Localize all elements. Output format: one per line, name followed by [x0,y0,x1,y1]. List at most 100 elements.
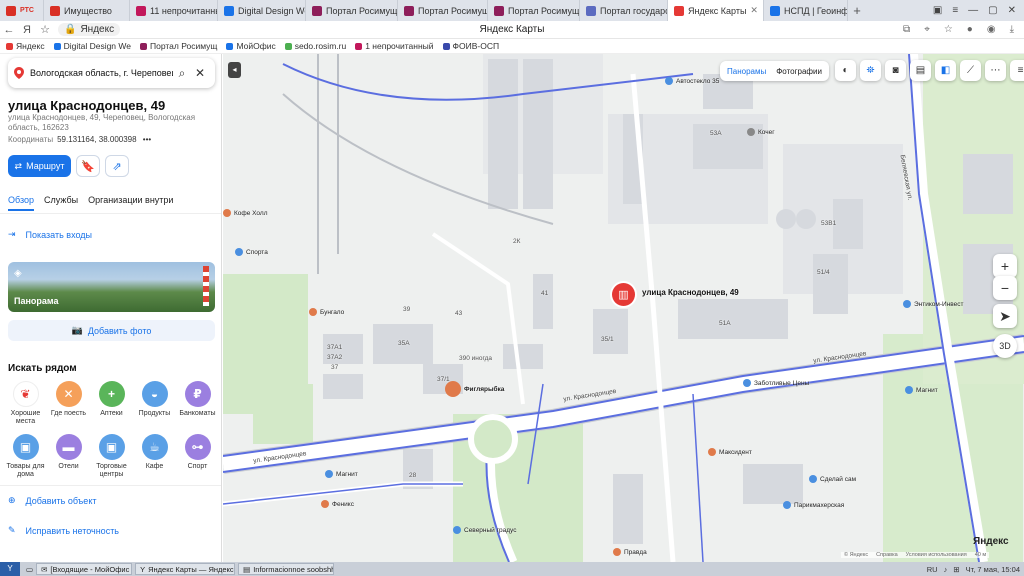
search-input[interactable]: Вологодская область, г. Череповец, [30,68,173,78]
poi-marker[interactable]: Спорта [235,248,268,256]
add-photo-button[interactable]: 📷 Добавить фото [8,320,215,341]
poi-marker[interactable]: Кочег [747,128,775,136]
search-box[interactable]: Вологодская область, г. Череповец, ⌕ ✕ [8,58,215,88]
bookmark-button[interactable]: 🔖 [76,155,100,177]
tab-item-active[interactable]: Яндекс Карты ✕ [668,0,764,21]
clear-search-icon[interactable]: ✕ [191,66,209,80]
category-pharmacy[interactable]: + Аптеки [90,381,133,426]
close-window-icon[interactable]: ✕ [1008,5,1016,16]
more-icon[interactable]: ••• [143,135,151,144]
bookmark-item[interactable]: Digital Design We [53,41,131,51]
category-groceries[interactable]: ◒ Продукты [133,381,176,426]
poi-marker[interactable]: Северный градус [453,526,516,534]
panoramas-toggle[interactable]: Панорамы [727,67,766,76]
bookmark-item[interactable]: ФОИВ-ОСП [442,41,499,51]
tab-item[interactable]: Портал Росимущ... [398,0,488,21]
volume-icon[interactable]: ♪ [944,565,948,574]
selected-place-marker[interactable]: ▥ [612,283,635,306]
zoom-out-button[interactable]: − [993,276,1017,300]
search-icon[interactable]: ⌕ [173,66,191,81]
location-icon[interactable]: ⌖ [924,24,930,35]
poi-marker[interactable]: Бунгало [309,308,344,316]
photos-toggle[interactable]: Фотографии [776,67,822,76]
taskbar-item[interactable]: ▤Informacionnoe soobshhe... [238,563,335,575]
close-tab-icon[interactable]: ✕ [750,5,758,16]
ruler-icon[interactable]: ⟋ [960,60,981,81]
minimize-icon[interactable]: — [968,5,978,16]
panorama-preview[interactable]: ◈ Панорама [8,262,215,312]
start-button[interactable]: Y [0,562,20,576]
3d-button[interactable]: 3D [993,334,1017,358]
star-icon[interactable]: ☆ [944,24,953,35]
tab-rts[interactable]: РТС [0,0,44,21]
poi-marker[interactable]: Магнит [905,386,938,394]
panorama-icon[interactable]: ⛯ [860,60,881,81]
tab-organizations[interactable]: Организации внутри [88,195,173,211]
alice-icon[interactable]: ◉ [987,24,996,35]
download-icon[interactable]: ⤓ [1010,24,1014,35]
tab-overview[interactable]: Обзор [8,195,34,211]
map-canvas[interactable]: ◂ ул. Краснодонцев ул. Краснодонцев ул. … [223,54,1024,562]
bookmark-star-icon[interactable]: ☆ [36,23,54,36]
new-tab-button[interactable]: + [848,3,866,18]
transit-icon[interactable]: ▤ [910,60,931,81]
bookmark-item[interactable]: sedo.rosim.ru [284,41,346,51]
bookmark-item[interactable]: Портал Росимущ [140,41,217,51]
route-button[interactable]: ⇄ Маршрут [8,155,71,177]
tab-item[interactable]: Портал Росимущ... [306,0,398,21]
help-link[interactable]: Справка [876,552,898,558]
tab-item[interactable]: 11 непрочитанных [130,0,218,21]
category-malls[interactable]: ▣ Торговые центры [90,434,133,479]
taskbar-item[interactable]: Y Яндекс Карты — Яндекс... [135,563,236,575]
category-atm[interactable]: ₽ Банкоматы [176,381,219,426]
zoom-in-button[interactable]: + [993,254,1017,278]
terms-link[interactable]: Условия использования [906,552,967,558]
yandex-home-icon[interactable]: Я [18,24,36,36]
tab-item[interactable]: Digital Design Web [218,0,306,21]
tab-item[interactable]: Имущество [44,0,130,21]
category-hotels[interactable]: ▬ Отели [47,434,90,479]
poi-marker[interactable]: Фиглярыбка [445,381,504,397]
tab-item[interactable]: НСПД | Геоинформ... [764,0,848,21]
menu-icon[interactable]: ≡ [952,5,958,16]
share-button[interactable]: ⇗ [105,155,129,177]
tab-item[interactable]: Портал государство [580,0,668,21]
url-field[interactable]: 🔒 Яндекс [58,23,121,36]
cast-icon[interactable]: ⧉ [903,24,910,35]
category-food[interactable]: ✕ Где поесть [47,381,90,426]
category-sport[interactable]: ⊶ Спорт [176,434,219,479]
coordinates-value[interactable]: 59.131164, 38.000398 [57,135,136,144]
poi-marker[interactable]: Автостекло 35 [665,77,719,85]
layers-icon[interactable]: ◐ [835,60,856,81]
bookmark-item[interactable]: МойОфис [226,41,276,51]
tab-item[interactable]: Портал Росимущ... [488,0,580,21]
back-icon[interactable]: ← [0,24,18,36]
bookmark-item[interactable]: Яндекс [6,41,45,51]
tab-search-icon[interactable]: ▣ [933,5,942,16]
category-good-places[interactable]: ❦ Хорошие места [4,381,47,426]
add-object-link[interactable]: ⊕ Добавить объект [8,495,96,506]
poi-marker[interactable]: Парикмахерская [783,501,844,509]
menu-icon[interactable]: ≡ [1010,60,1024,81]
poi-marker[interactable]: Заботливые Цены [743,379,809,387]
bookmark-item[interactable]: 1 непрочитанный [355,41,434,51]
network-icon[interactable]: ⊞ [953,565,959,574]
poi-marker[interactable]: Максидент [708,448,752,456]
taskbar-item[interactable]: ✉[Входящие - МойОфис П... [36,563,133,575]
poi-marker[interactable]: Кофе Холл [223,209,268,217]
tab-services[interactable]: Службы [44,195,78,211]
file-manager-icon[interactable]: ▭ [26,565,33,574]
more-icon[interactable]: ⋯ [985,60,1006,81]
poi-marker[interactable]: Правда [613,548,647,556]
show-entrances-link[interactable]: ⇥ Показать входы [8,229,92,240]
poi-marker[interactable]: Энтиком-Инвест [903,300,964,308]
my-location-button[interactable]: ➤ [993,304,1017,328]
maximize-icon[interactable]: ▢ [988,5,997,16]
poi-marker[interactable]: Феникс [321,500,354,508]
extensions-icon[interactable]: ● [967,24,973,35]
category-home-goods[interactable]: ▣ Товары для дома [4,434,47,479]
category-cafe[interactable]: ☕ Кафе [133,434,176,479]
language-indicator[interactable]: RU [927,565,938,574]
camera-icon[interactable]: ◙ [885,60,906,81]
map-layers-icon[interactable]: ◧ [935,60,956,81]
